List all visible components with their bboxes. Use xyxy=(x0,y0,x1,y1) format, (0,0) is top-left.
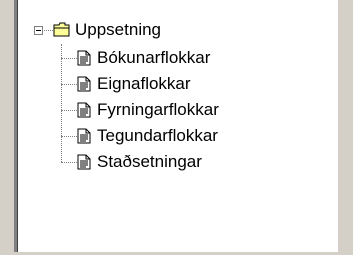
document-icon xyxy=(77,76,91,92)
tree-item-label[interactable]: Eignaflokkar xyxy=(97,72,191,96)
tree-item-label[interactable]: Tegundarflokkar xyxy=(97,124,218,148)
tree-connector-line xyxy=(61,136,77,137)
folder-open-icon xyxy=(53,22,70,37)
tree-connector-line xyxy=(61,44,62,162)
tree-item-label[interactable]: Staðsetningar xyxy=(97,150,202,174)
tree-connector-line xyxy=(61,84,77,85)
tree-connector-line xyxy=(61,58,77,59)
collapse-toggle-icon[interactable] xyxy=(34,26,43,35)
tree-view[interactable]: Uppsetning Bókunarflokkar Eignaflokkar F… xyxy=(14,0,338,252)
tree-root-label[interactable]: Uppsetning xyxy=(75,18,161,42)
document-icon xyxy=(77,128,91,144)
document-icon xyxy=(77,50,91,66)
window: Uppsetning Bókunarflokkar Eignaflokkar F… xyxy=(0,0,353,255)
document-icon xyxy=(77,102,91,118)
tree-connector-line xyxy=(61,162,77,163)
tree-item-label[interactable]: Bókunarflokkar xyxy=(97,46,210,70)
document-icon xyxy=(77,154,91,170)
tree-connector-line xyxy=(44,30,53,31)
tree-connector-line xyxy=(61,110,77,111)
tree-item-label[interactable]: Fyrningarflokkar xyxy=(97,98,219,122)
